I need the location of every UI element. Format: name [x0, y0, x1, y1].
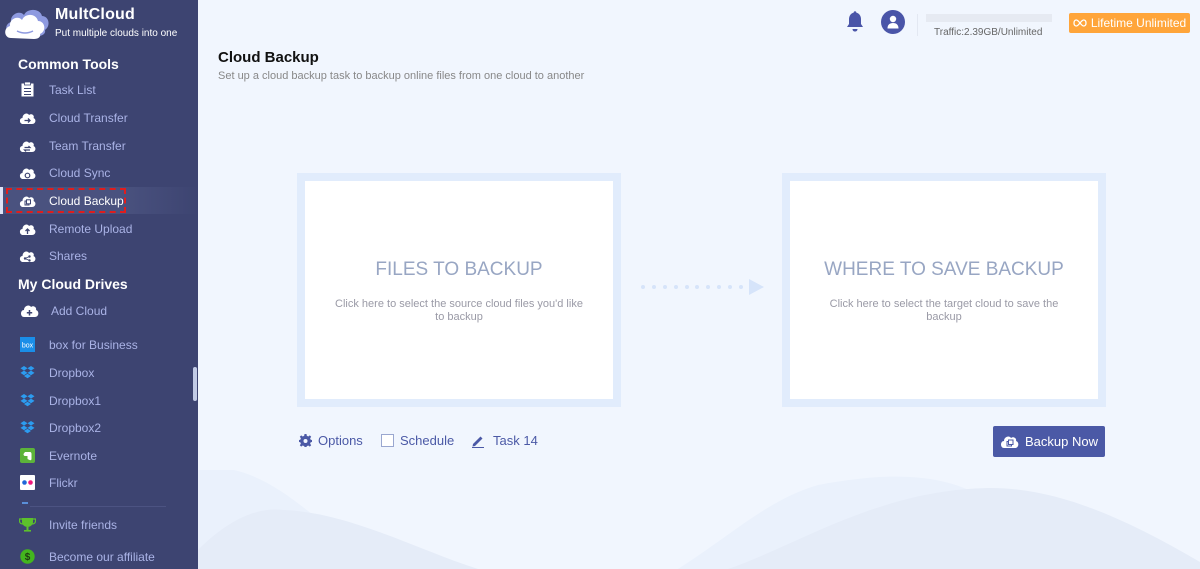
files-to-backup-card[interactable]: FILES TO BACKUP Click here to select the… — [297, 173, 621, 407]
sidebar-divider — [30, 506, 166, 507]
sidebar-item-label: Dropbox2 — [49, 420, 102, 435]
cloud-backup-icon — [1001, 436, 1019, 448]
card-title: FILES TO BACKUP — [375, 259, 543, 280]
cloud-sync-icon — [18, 165, 36, 181]
my-cloud-drives-title: My Cloud Drives — [18, 276, 128, 292]
svg-text:$: $ — [24, 552, 30, 563]
sidebar-item-label: Evernote — [49, 448, 98, 463]
evernote-icon — [18, 448, 36, 464]
backup-now-button[interactable]: Backup Now — [993, 426, 1105, 457]
gear-icon — [299, 434, 312, 447]
sidebar-item-label: Task List — [49, 82, 96, 97]
sidebar-item-label: Invite friends — [49, 517, 118, 532]
sidebar-item-label: Cloud Transfer — [49, 110, 128, 125]
dropbox-icon — [18, 365, 36, 381]
where-to-save-backup-card[interactable]: WHERE TO SAVE BACKUP Click here to selec… — [782, 173, 1106, 407]
header-separator — [917, 14, 918, 36]
page-subtitle: Set up a cloud backup task to backup onl… — [218, 70, 585, 82]
common-tools-title: Common Tools — [18, 56, 119, 72]
sidebar-item-box-for-business[interactable]: box box for Business — [0, 331, 198, 358]
card-title: WHERE TO SAVE BACKUP — [824, 259, 1064, 280]
clipboard-icon — [18, 82, 36, 98]
sidebar-item-label: Shares — [49, 248, 88, 263]
partial-drive-icon — [22, 502, 28, 504]
card-body: FILES TO BACKUP Click here to select the… — [305, 181, 613, 399]
card-description: Click here to select the source cloud fi… — [335, 298, 583, 323]
dollar-icon: $ — [18, 549, 36, 565]
sidebar-item-label: Remote Upload — [49, 221, 133, 236]
backup-now-label: Backup Now — [1025, 434, 1098, 449]
dropbox-icon — [18, 420, 36, 436]
sidebar-item-label: Team Transfer — [49, 138, 126, 153]
flickr-icon — [18, 475, 36, 491]
sidebar-item-label: Become our affiliate — [49, 549, 155, 564]
plan-label: Lifetime Unlimited — [1090, 16, 1187, 30]
multcloud-logo-icon — [5, 9, 49, 39]
dropbox-icon — [18, 393, 36, 409]
lifetime-unlimited-button[interactable]: Lifetime Unlimited — [1069, 13, 1190, 33]
pencil-icon — [471, 434, 485, 448]
sidebar-item-remote-upload[interactable]: Remote Upload — [0, 215, 198, 242]
app-tagline: Put multiple clouds into one — [55, 28, 178, 39]
trophy-icon — [18, 517, 36, 533]
sidebar-item-label: Add Cloud — [51, 303, 108, 318]
schedule-label: Schedule — [400, 433, 455, 448]
add-cloud-icon — [19, 303, 39, 319]
sidebar-item-dropbox1[interactable]: Dropbox1 — [0, 387, 198, 414]
sidebar-item-dropbox[interactable]: Dropbox — [0, 359, 198, 386]
traffic-usage: Traffic:2.39GB/Unlimited — [934, 27, 1043, 38]
app-name: MultCloud — [55, 6, 135, 23]
share-icon — [18, 248, 36, 264]
dotted-arrow-icon — [641, 279, 764, 295]
sidebar-item-evernote[interactable]: Evernote — [0, 442, 198, 469]
card-body: WHERE TO SAVE BACKUP Click here to selec… — [790, 181, 1098, 399]
notification-bell-icon[interactable] — [845, 11, 865, 33]
options-button[interactable]: Options — [299, 433, 363, 448]
sidebar-item-label: Dropbox — [49, 365, 95, 380]
sidebar-item-team-transfer[interactable]: Team Transfer — [0, 132, 198, 159]
sidebar-item-label: Flickr — [49, 475, 78, 490]
sidebar-item-cloud-transfer[interactable]: Cloud Transfer — [0, 104, 198, 131]
sidebar-item-label: Cloud Sync — [49, 165, 111, 180]
schedule-toggle[interactable]: Schedule — [381, 433, 454, 448]
sidebar: MultCloud Put multiple clouds into one C… — [0, 0, 198, 569]
sidebar-item-flickr[interactable]: Flickr — [0, 469, 198, 496]
sidebar-item-label: Dropbox1 — [49, 393, 102, 408]
traffic-progress-bar — [926, 14, 1052, 22]
sidebar-item-dropbox2[interactable]: Dropbox2 — [0, 414, 198, 441]
sidebar-item-cloud-sync[interactable]: Cloud Sync — [0, 159, 198, 186]
sidebar-item-become-affiliate[interactable]: $ Become our affiliate — [0, 543, 198, 569]
box-icon: box — [18, 337, 36, 353]
sidebar-item-task-list[interactable]: Task List — [0, 76, 198, 103]
card-description: Click here to select the target cloud to… — [829, 298, 1059, 323]
sidebar-item-shares[interactable]: Shares — [0, 242, 198, 269]
options-label: Options — [318, 433, 363, 448]
sidebar-item-invite-friends[interactable]: Invite friends — [0, 511, 198, 538]
task-name-edit[interactable]: Task 14 — [471, 433, 538, 448]
logo[interactable]: MultCloud Put multiple clouds into one — [0, 0, 198, 44]
highlight-outline — [6, 188, 126, 213]
svg-text:box: box — [21, 343, 33, 350]
sidebar-item-label: box for Business — [49, 337, 138, 352]
background-waves — [198, 470, 1200, 569]
user-icon — [887, 15, 899, 29]
page-title: Cloud Backup — [218, 49, 319, 66]
team-transfer-icon — [18, 138, 36, 154]
cloud-transfer-icon — [18, 110, 36, 126]
infinity-icon — [1073, 19, 1087, 27]
cloud-upload-icon — [18, 221, 36, 237]
task-name: Task 14 — [493, 433, 538, 448]
schedule-checkbox[interactable] — [381, 434, 394, 447]
user-avatar[interactable] — [881, 10, 905, 34]
sidebar-item-add-cloud[interactable]: Add Cloud — [0, 297, 198, 324]
sidebar-scrollbar[interactable] — [193, 367, 197, 401]
